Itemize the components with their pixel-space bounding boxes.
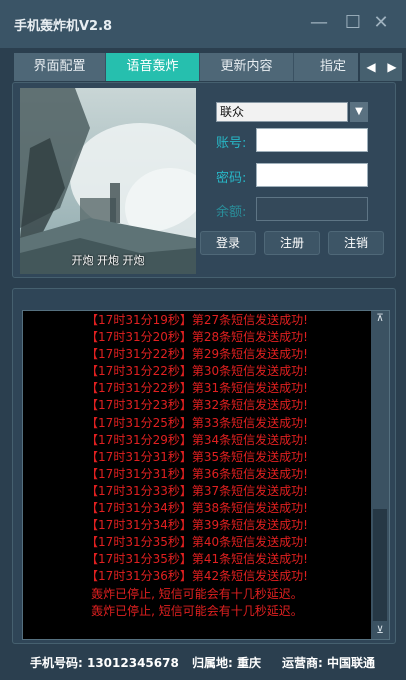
- password-label: 密码:: [216, 171, 247, 186]
- window-title: 手机轰炸机V2.8: [14, 19, 113, 34]
- provider-selected-value[interactable]: 联众: [216, 102, 348, 122]
- log-line: 【17时31分35秒】第41条短信发送成功!: [86, 552, 308, 567]
- balance-field: [256, 197, 368, 221]
- status-carrier: 运营商: 中国联通: [282, 656, 375, 670]
- status-bar: 手机号码: 13012345678 归属地: 重庆 运营商: 中国联通: [0, 650, 406, 674]
- log-line: 【17时31分34秒】第39条短信发送成功!: [86, 518, 308, 533]
- tab-specify[interactable]: 指定: [294, 53, 358, 81]
- scroll-down-icon[interactable]: ⊻: [371, 623, 389, 639]
- tab-voice-bomb[interactable]: 语音轰炸: [106, 53, 200, 81]
- log-line: 轰炸已停止, 短信可能会有十几秒延迟。: [91, 586, 303, 601]
- log-scrollbar[interactable]: ⊼ ⊻: [371, 311, 389, 639]
- chevron-down-icon[interactable]: ▼: [350, 102, 368, 122]
- close-icon[interactable]: ✕: [370, 12, 392, 34]
- log-lines: 【17时31分19秒】第27条短信发送成功! 【17时31分20秒】第28条短信发…: [23, 311, 371, 620]
- tab-scroll-right-icon[interactable]: ▶: [382, 53, 402, 81]
- log-line: 【17时31分31秒】第36条短信发送成功!: [86, 466, 308, 481]
- image-caption: 开炮 开炮 开炮: [71, 254, 145, 267]
- log-line: 轰炸已停止, 短信可能会有十几秒延迟。: [91, 603, 303, 618]
- log-console[interactable]: 【17时31分19秒】第27条短信发送成功! 【17时31分20秒】第28条短信发…: [22, 310, 390, 640]
- scroll-up-icon[interactable]: ⊼: [371, 311, 389, 327]
- provider-dropdown[interactable]: 联众 ▼: [216, 102, 368, 122]
- password-input[interactable]: [256, 163, 368, 187]
- scroll-thumb[interactable]: [373, 509, 387, 621]
- tab-bar: 界面配置 语音轰炸 更新内容 指定: [14, 53, 358, 81]
- login-button[interactable]: 登录: [200, 231, 256, 255]
- log-line: 【17时31分34秒】第38条短信发送成功!: [86, 501, 308, 516]
- log-line: 【17时31分25秒】第33条短信发送成功!: [86, 415, 308, 430]
- log-line: 【17时31分23秒】第32条短信发送成功!: [86, 398, 308, 413]
- log-line: 【17时31分22秒】第29条短信发送成功!: [86, 347, 308, 362]
- log-line: 【17时31分29秒】第34条短信发送成功!: [86, 432, 308, 447]
- title-bar: 手机轰炸机V2.8 — ☐ ✕: [0, 0, 406, 48]
- log-line: 【17时31分22秒】第30条短信发送成功!: [86, 364, 308, 379]
- log-line: 【17时31分22秒】第31条短信发送成功!: [86, 381, 308, 396]
- account-input[interactable]: [256, 128, 368, 152]
- maximize-icon[interactable]: ☐: [342, 12, 364, 34]
- register-button[interactable]: 注册: [264, 231, 320, 255]
- log-line: 【17时31分20秒】第28条短信发送成功!: [86, 330, 308, 345]
- status-phone: 手机号码: 13012345678: [30, 656, 179, 670]
- logout-button[interactable]: 注销: [328, 231, 384, 255]
- log-line: 【17时31分33秒】第37条短信发送成功!: [86, 483, 308, 498]
- account-label: 账号:: [216, 136, 247, 151]
- balance-label: 余额:: [216, 205, 247, 220]
- log-line: 【17时31分35秒】第40条短信发送成功!: [86, 535, 308, 550]
- log-line: 【17时31分36秒】第42条短信发送成功!: [86, 569, 308, 584]
- tab-update-content[interactable]: 更新内容: [200, 53, 294, 81]
- tab-scroll-left-icon[interactable]: ◀: [360, 53, 382, 81]
- log-line: 【17时31分31秒】第35条短信发送成功!: [86, 449, 308, 464]
- cannon-image: 开炮 开炮 开炮: [20, 88, 196, 274]
- log-line: 【17时31分19秒】第27条短信发送成功!: [86, 313, 308, 327]
- minimize-icon[interactable]: —: [308, 12, 330, 34]
- tab-interface-config[interactable]: 界面配置: [14, 53, 106, 81]
- status-region: 归属地: 重庆: [192, 656, 261, 670]
